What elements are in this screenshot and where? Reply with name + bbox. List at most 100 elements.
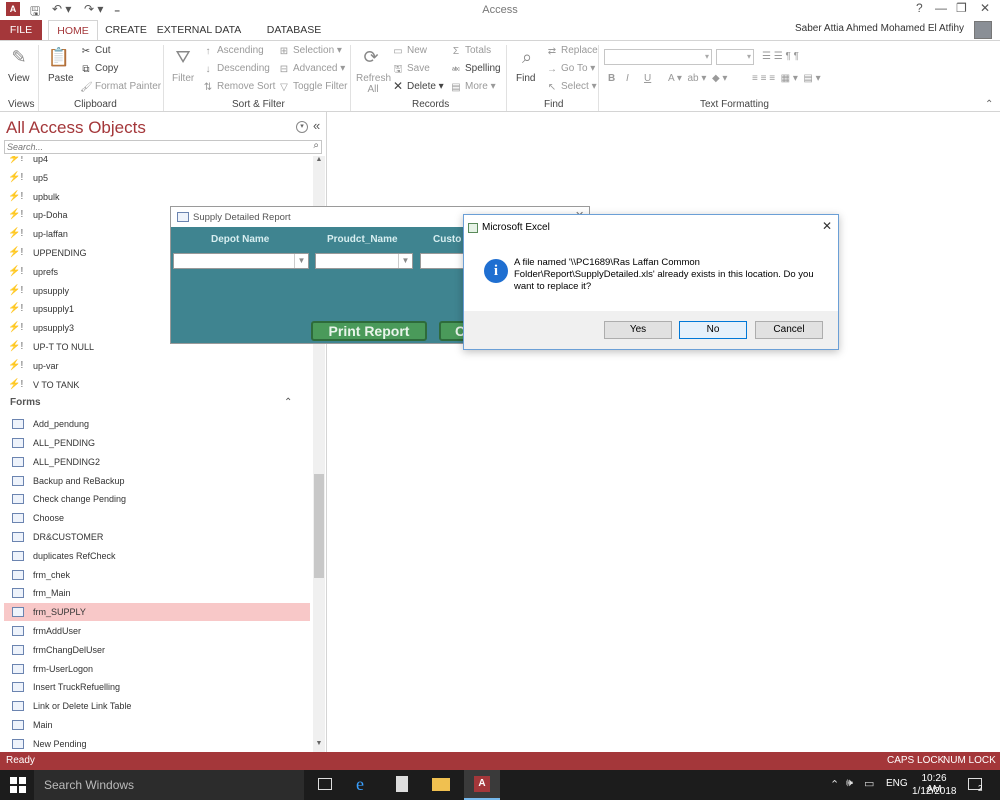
volume-icon[interactable]: 🕪 [846,777,853,790]
font-name-combo[interactable]: ▾ [604,49,712,65]
scroll-down-icon[interactable]: ▼ [314,740,324,750]
list-item[interactable]: frm-UserLogon [4,660,310,678]
tab-database-tools[interactable]: DATABASE TOOLS [250,20,338,56]
list-item[interactable]: Main [4,716,310,734]
list-item[interactable]: Choose [4,509,310,527]
font-size-combo[interactable]: ▾ [716,49,754,65]
language-indicator[interactable]: ENG [886,778,908,789]
list-item[interactable]: frmChangDelUser [4,641,310,659]
depot-combo[interactable]: ▼ [173,253,309,269]
list-item[interactable]: Check change Pending [4,490,310,508]
new-record-button[interactable]: ▭ New [392,45,427,57]
dialog-close-icon[interactable]: ✕ [822,219,832,233]
tab-external-data[interactable]: EXTERNAL DATA [156,20,242,40]
advanced-button[interactable]: ⊟ Advanced ▾ [278,63,346,75]
save-record-button[interactable]: 🖫 Save [392,63,430,75]
more-button[interactable]: ▤ More ▾ [450,81,495,93]
file-explorer-icon[interactable] [432,778,450,791]
find-button[interactable]: Find [516,73,535,84]
refresh-all-button[interactable]: Refresh All [356,73,391,95]
list-item[interactable]: frm_SUPPLY [4,603,310,622]
list-bullets-icon[interactable]: ☰ ☰ ¶ ¶ [762,51,799,62]
list-item[interactable]: duplicates RefCheck [4,547,310,565]
view-icon[interactable]: ✎ [6,45,32,69]
list-item[interactable]: frmAddUser [4,622,310,640]
selection-button[interactable]: ⊞ Selection ▾ [278,45,342,57]
paste-icon[interactable]: 📋 [46,45,72,69]
paste-button[interactable]: Paste [48,73,74,84]
delete-record-button[interactable]: ✕ Delete ▾ [392,80,444,92]
binoculars-icon[interactable]: ⌕ [514,45,540,69]
product-combo[interactable]: ▼ [315,253,413,269]
print-report-button[interactable]: Print Report [311,321,427,341]
refresh-icon[interactable]: ⟳ [358,45,384,69]
spelling-button[interactable]: ᵃᵇᶜ Spelling [450,63,500,76]
scroll-up-icon[interactable]: ▲ [314,156,324,166]
list-item[interactable]: ALL_PENDING2 [4,453,310,471]
filter-icon[interactable]: ⛛ [170,45,196,69]
search-icon[interactable]: ⌕ [313,140,319,151]
list-item[interactable]: Add_pendung [4,415,310,433]
list-item[interactable]: ⚡! up5 [4,169,310,187]
search-input[interactable] [5,141,295,153]
copy-button[interactable]: ⧉ Copy [80,63,118,75]
font-color-icon[interactable]: A ▾ ab ▾ ◆ ▾ [668,73,727,84]
forms-group-header[interactable]: Forms ⌃ [10,397,292,408]
no-button[interactable]: No [679,321,747,339]
list-item[interactable]: ⚡! upbulk [4,188,310,206]
windows-start-icon[interactable] [10,777,26,793]
user-name[interactable]: Saber Attia Ahmed Mohamed El Atfihy [795,23,964,34]
calculator-icon[interactable] [396,776,408,792]
list-item[interactable]: Link or Delete Link Table [4,697,310,715]
tab-home[interactable]: HOME [48,20,98,40]
nav-menu-icon[interactable]: ▾ [296,121,308,133]
list-item[interactable]: ⚡! up-var [4,357,310,375]
view-button[interactable]: View [8,73,30,84]
list-item[interactable]: Insert TruckRefuelling [4,678,310,696]
bold-button[interactable]: B [608,73,615,84]
task-view-icon[interactable] [318,778,332,790]
help-icon[interactable]: ? [916,1,923,15]
cancel-button[interactable]: Cancel [755,321,823,339]
select-button[interactable]: ↖ Select ▾ [546,81,597,93]
collapse-ribbon-icon[interactable]: ⌃ [985,99,993,110]
minimize-icon[interactable]: — [935,1,947,15]
list-item[interactable]: ALL_PENDING [4,434,310,452]
go-to-button[interactable]: → Go To ▾ [546,63,595,75]
remove-sort-button[interactable]: ⇅ Remove Sort [202,81,276,93]
nav-title[interactable]: All Access Objects [6,118,146,138]
clock-date[interactable]: 1/12/2018 [912,786,957,797]
tab-file[interactable]: FILE [0,20,42,40]
list-item[interactable]: DR&CUSTOMER [4,528,310,546]
align-icons[interactable]: ≡ ≡ ≡ ▦ ▾ ▤ ▾ [752,73,821,84]
underline-button[interactable]: U [644,73,651,84]
list-item[interactable]: ⚡! V TO TANK [4,376,310,394]
taskbar-search-box[interactable]: Search Windows [34,770,304,800]
close-icon[interactable]: ✕ [980,1,990,15]
totals-button[interactable]: Σ Totals [450,45,491,57]
list-item[interactable]: frm_Main [4,584,310,602]
list-item[interactable]: frm_chek [4,566,310,584]
descending-button[interactable]: ↓ Descending [202,63,270,75]
ascending-button[interactable]: ↑ Ascending [202,45,264,57]
filter-button[interactable]: Filter [172,73,194,84]
list-item[interactable]: ⚡! up4 [4,156,310,168]
list-item[interactable]: New Pending [4,735,310,752]
customer-combo[interactable] [420,253,466,269]
avatar[interactable] [974,21,992,39]
yes-button[interactable]: Yes [604,321,672,339]
list-item[interactable]: Backup and ReBackup [4,472,310,490]
access-taskbar-button[interactable]: A [464,770,500,800]
format-painter-button[interactable]: 🖌 Format Painter [80,81,161,93]
tray-up-icon[interactable]: ⌃ [830,778,839,791]
italic-button[interactable]: I [626,73,629,84]
ie-icon[interactable]: e [356,774,364,795]
network-icon[interactable]: ▭ [864,777,874,790]
tab-create[interactable]: CREATE [104,20,148,40]
cut-button[interactable]: ✂ Cut [80,45,111,57]
restore-icon[interactable]: ❐ [956,1,967,15]
toggle-filter-button[interactable]: ▽ Toggle Filter [278,81,347,93]
scroll-thumb[interactable] [314,474,324,578]
collapse-nav-icon[interactable]: « [313,118,320,133]
replace-button[interactable]: ⇄ Replace [546,45,598,57]
